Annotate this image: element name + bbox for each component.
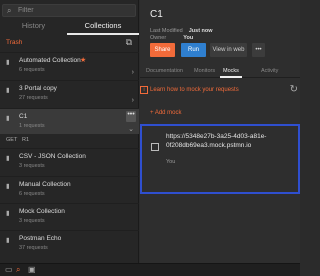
- collection-details-panel: C1 Last Modified Just now Owner You Share …: [140, 0, 300, 263]
- tab-mocks[interactable]: Mocks: [223, 68, 239, 74]
- view-in-web-button[interactable]: View in web: [210, 43, 247, 57]
- collection-name: Manual Collection: [19, 181, 71, 188]
- tab-monitors[interactable]: Monitors: [194, 68, 215, 74]
- collection-count: 1 requests: [19, 123, 45, 129]
- owner: Owner You: [150, 35, 193, 41]
- chevron-right-icon[interactable]: ›: [132, 97, 134, 104]
- new-collection-icon[interactable]: ⧉: [126, 37, 132, 48]
- folder-icon: ▮: [6, 210, 10, 217]
- request-method: GET: [6, 137, 18, 143]
- sidebar: ⌕ History Collections Trash ⧉ ▮ Automate…: [0, 0, 139, 263]
- search-icon[interactable]: ⌕: [16, 265, 20, 275]
- collection-title: C1: [150, 9, 163, 20]
- last-modified-value: Just now: [188, 28, 213, 34]
- trash-link[interactable]: Trash: [6, 39, 22, 46]
- chevron-down-icon[interactable]: ⌄: [128, 125, 134, 133]
- collection-item[interactable]: ▮ Mock Collection 3 requests: [0, 203, 139, 229]
- learn-mock-link[interactable]: Learn how to mock your requests: [150, 87, 239, 93]
- console-icon[interactable]: ▣: [28, 265, 36, 274]
- mock-url[interactable]: https://5348e27b-3a25-4d03-a81e-0f208db6…: [166, 132, 291, 150]
- run-button[interactable]: Run: [181, 43, 206, 57]
- collection-name: Mock Collection: [19, 208, 65, 215]
- info-icon: i: [140, 86, 148, 94]
- folder-icon: ▮: [6, 59, 10, 66]
- tab-collections[interactable]: Collections: [67, 19, 139, 35]
- collection-count: 37 requests: [19, 245, 48, 251]
- mock-server-item[interactable]: https://5348e27b-3a25-4d03-a81e-0f208db6…: [140, 124, 300, 194]
- chevron-right-icon[interactable]: ›: [132, 69, 134, 76]
- collection-count: 3 requests: [19, 163, 45, 169]
- refresh-icon[interactable]: ↻: [290, 84, 298, 95]
- collection-item[interactable]: ▮ Postman Echo 37 requests: [0, 230, 139, 256]
- collection-name: 3 Portal copy: [19, 85, 57, 92]
- mock-server-icon: [151, 143, 159, 151]
- last-modified-label: Last Modified: [150, 28, 183, 34]
- sidebar-toggle-icon[interactable]: ▭: [5, 265, 13, 274]
- request-name: R1: [22, 137, 30, 143]
- sidebar-tabs: History Collections: [0, 19, 139, 35]
- star-icon[interactable]: ★: [80, 56, 86, 64]
- share-button[interactable]: Share: [150, 43, 175, 57]
- folder-icon: ▮: [6, 237, 10, 244]
- collection-item[interactable]: ▮ Manual Collection 6 requests: [0, 176, 139, 202]
- collection-count: 3 requests: [19, 218, 45, 224]
- mock-owner: You: [166, 159, 176, 165]
- collection-name: CSV - JSON Collection: [19, 153, 86, 160]
- folder-icon: ▮: [6, 155, 10, 162]
- collection-count: 6 requests: [19, 191, 45, 197]
- owner-label: Owner: [150, 35, 167, 41]
- trash-row: Trash ⧉: [0, 36, 139, 50]
- search-icon: ⌕: [7, 6, 12, 15]
- more-actions-button[interactable]: •••: [252, 43, 265, 57]
- owner-value: You: [183, 35, 194, 41]
- collection-item-active[interactable]: ▮ C1 1 requests ••• ⌄: [0, 108, 139, 134]
- folder-icon: ▮: [6, 115, 10, 122]
- active-tab-indicator: [220, 76, 242, 78]
- request-row[interactable]: GET R1: [0, 135, 139, 147]
- collection-name: Automated Collection: [19, 57, 81, 64]
- folder-icon: ▮: [6, 87, 10, 94]
- tab-documentation[interactable]: Documentation: [146, 68, 183, 74]
- tab-history[interactable]: History: [0, 19, 67, 35]
- collection-item[interactable]: ▮ Automated Collection ★ 6 requests ›: [0, 52, 139, 78]
- collection-name: C1: [19, 113, 28, 120]
- filter-field[interactable]: ⌕: [2, 4, 136, 17]
- more-options-button[interactable]: •••: [126, 111, 136, 122]
- collection-item[interactable]: ▮ CSV - JSON Collection 3 requests: [0, 148, 139, 174]
- add-mock-button[interactable]: + Add mock: [150, 110, 182, 116]
- collection-count: 6 requests: [19, 67, 45, 73]
- collection-name: Postman Echo: [19, 235, 62, 242]
- filter-input[interactable]: [18, 5, 128, 16]
- status-bar: ▭ ⌕ ▣: [0, 263, 300, 276]
- folder-icon: ▮: [6, 183, 10, 190]
- last-modified: Last Modified Just now: [150, 28, 213, 34]
- collection-count: 27 requests: [19, 95, 48, 101]
- tab-activity[interactable]: Activity: [261, 68, 278, 74]
- collection-item[interactable]: ▮ 3 Portal copy 27 requests ›: [0, 80, 139, 106]
